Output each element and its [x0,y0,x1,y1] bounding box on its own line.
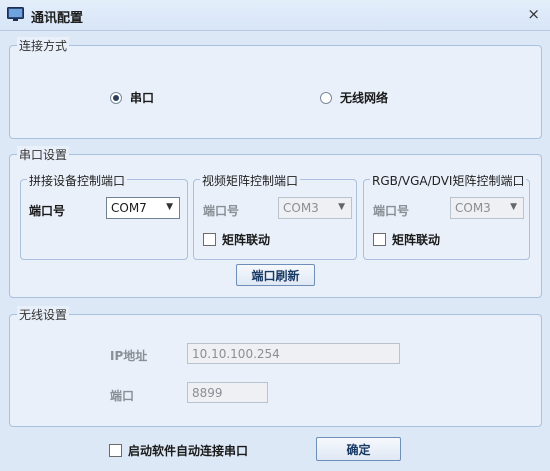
splice-port-title: 拼接设备控制端口 [27,172,128,189]
autoconnect-box [109,444,122,457]
ok-button[interactable]: 确定 [316,437,401,461]
rgb-port-label: 端口号 [373,204,410,218]
splice-port-box: 拼接设备控制端口 [20,172,188,260]
wireless-group [9,314,542,427]
video-link-box [203,233,216,246]
radio-serial-indicator [110,91,122,104]
radio-serial[interactable]: 串口 [110,89,154,106]
splice-port-label: 端口号 [29,204,66,218]
rgb-link-label: 矩阵联动 [392,233,441,247]
autoconnect-checkbox[interactable]: 启动软件自动连接串口 [109,442,248,459]
rgb-port-select[interactable]: COM3 ▼ [450,197,524,219]
chevron-down-icon: ▼ [166,202,173,212]
chevron-down-icon: ▼ [510,202,517,212]
radio-wireless-label: 无线网络 [340,91,389,105]
connection-group [9,45,542,139]
rgb-link-checkbox[interactable]: 矩阵联动 [373,231,440,248]
video-port-title: 视频矩阵控制端口 [200,172,301,189]
video-port-label: 端口号 [203,204,240,218]
radio-serial-label: 串口 [130,91,155,105]
wireless-port-label: 端口 [110,389,135,403]
window-title: 通讯配置 [31,11,84,26]
refresh-ports-button[interactable]: 端口刷新 [236,264,315,286]
title-bar: 通讯配置 × [0,0,550,31]
app-monitor-icon [7,7,24,21]
radio-wireless-indicator [320,91,332,104]
video-port-value: COM3 [283,201,319,215]
rgb-port-value: COM3 [455,201,491,215]
ip-field[interactable]: 10.10.100.254 [187,343,400,364]
video-port-select[interactable]: COM3 ▼ [278,197,352,219]
autoconnect-label: 启动软件自动连接串口 [128,444,249,458]
rgb-port-title: RGB/VGA/DVI矩阵控制端口 [370,172,527,189]
close-icon[interactable]: × [527,5,540,23]
chevron-down-icon: ▼ [338,202,345,212]
splice-port-value: COM7 [111,201,147,215]
splice-port-select[interactable]: COM7 ▼ [106,197,180,219]
serial-group-title: 串口设置 [17,146,70,163]
connection-group-title: 连接方式 [17,37,70,54]
wireless-group-title: 无线设置 [17,306,70,323]
rgb-link-box [373,233,386,246]
video-link-label: 矩阵联动 [222,233,271,247]
video-link-checkbox[interactable]: 矩阵联动 [203,231,270,248]
wireless-port-field[interactable]: 8899 [187,382,268,403]
radio-wireless[interactable]: 无线网络 [320,89,388,106]
ip-label: IP地址 [110,349,148,363]
